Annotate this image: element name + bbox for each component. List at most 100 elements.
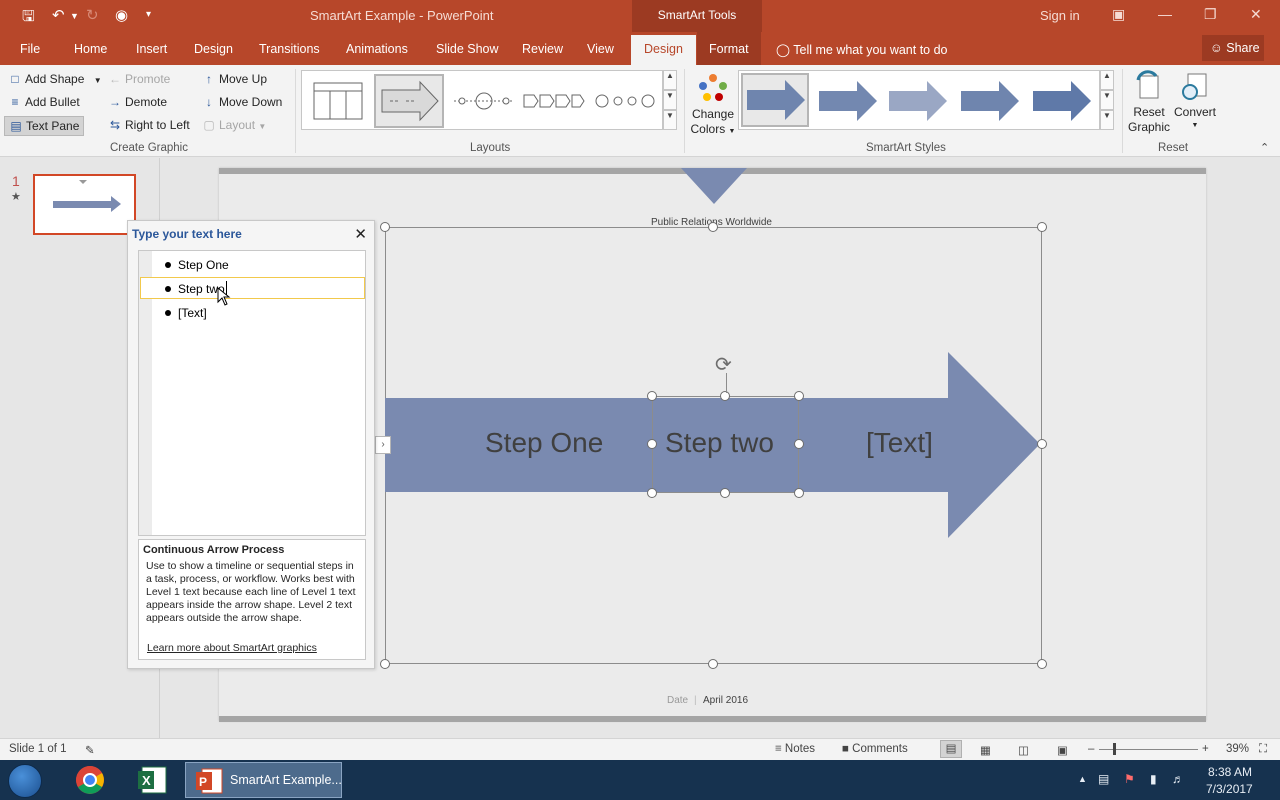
- zoom-slider-thumb[interactable]: [1113, 743, 1116, 755]
- collapse-ribbon-icon[interactable]: ⌃: [1260, 141, 1269, 154]
- slide-show-icon[interactable]: ▣: [1057, 743, 1068, 757]
- reset-graphic-button[interactable]: Reset Graphic: [1126, 70, 1172, 134]
- tab-review[interactable]: Review: [522, 42, 563, 56]
- move-up-button[interactable]: ↑ Move Up: [202, 72, 267, 86]
- rotate-handle-icon[interactable]: ⟳: [715, 352, 732, 377]
- clock-date[interactable]: 7/3/2017: [1206, 782, 1253, 796]
- resize-handle[interactable]: [794, 391, 804, 401]
- tab-view[interactable]: View: [587, 42, 614, 56]
- resize-handle[interactable]: [647, 391, 657, 401]
- layout-thumb-vertical-lists[interactable]: [310, 79, 366, 123]
- close-icon[interactable]: ✕: [354, 225, 367, 243]
- spell-check-icon[interactable]: ✎: [85, 743, 95, 757]
- volume-icon[interactable]: ♬: [1172, 772, 1184, 786]
- normal-view-icon[interactable]: ▤: [940, 740, 962, 758]
- share-button[interactable]: ☺ Share: [1202, 35, 1264, 61]
- fit-to-window-icon[interactable]: ⛶: [1259, 743, 1267, 756]
- change-colors-button[interactable]: Change Colors ▼: [690, 70, 736, 142]
- move-down-button[interactable]: ↓ Move Down: [202, 95, 282, 109]
- list-item[interactable]: [Text]: [178, 306, 207, 320]
- text-pane-button[interactable]: ▤ Text Pane: [4, 116, 85, 136]
- resize-handle[interactable]: [647, 439, 657, 449]
- layout-thumb-chevron-process[interactable]: [522, 83, 586, 119]
- learn-more-link[interactable]: Learn more about SmartArt graphics: [147, 642, 317, 654]
- customize-quick-access-icon[interactable]: ▾: [146, 9, 151, 20]
- tab-format[interactable]: Format: [697, 32, 761, 65]
- frame-resize-handle[interactable]: [380, 659, 390, 669]
- reading-view-icon[interactable]: ◫: [1018, 743, 1029, 757]
- start-from-beginning-icon[interactable]: ◉: [115, 6, 128, 24]
- action-center-flag-icon[interactable]: ⚑: [1124, 772, 1135, 786]
- zoom-out-icon[interactable]: –: [1088, 743, 1094, 755]
- layouts-scroll-down[interactable]: ▼: [663, 90, 677, 110]
- frame-resize-handle[interactable]: [1037, 439, 1047, 449]
- step-three-placeholder[interactable]: [Text]: [866, 427, 933, 459]
- tab-smartart-design[interactable]: Design: [631, 35, 696, 65]
- frame-resize-handle[interactable]: [380, 222, 390, 232]
- zoom-level[interactable]: 39%: [1226, 743, 1249, 755]
- undo-icon[interactable]: ↶: [52, 6, 65, 24]
- frame-resize-handle[interactable]: [708, 222, 718, 232]
- add-shape-dropdown-icon[interactable]: ▼: [94, 76, 102, 85]
- resize-handle[interactable]: [720, 488, 730, 498]
- slide-thumbnail[interactable]: [33, 174, 136, 235]
- close-window-icon[interactable]: ✕: [1250, 6, 1262, 23]
- styles-scroll-up[interactable]: ▲: [1100, 70, 1114, 90]
- layout-thumb-circle-process[interactable]: [452, 81, 516, 121]
- promote-button[interactable]: ← Promote: [108, 72, 170, 86]
- minimize-icon[interactable]: —: [1158, 6, 1172, 22]
- comments-button[interactable]: ■ Comments: [842, 743, 908, 755]
- layouts-scroll-up[interactable]: ▲: [663, 70, 677, 90]
- tab-slide-show[interactable]: Slide Show: [436, 42, 499, 56]
- tell-me-search[interactable]: ◯ Tell me what you want to do: [776, 42, 948, 57]
- sign-in-link[interactable]: Sign in: [1040, 8, 1080, 23]
- network-icon[interactable]: ▤: [1098, 772, 1109, 786]
- ribbon-display-options-icon[interactable]: ▣: [1112, 6, 1125, 23]
- restore-icon[interactable]: ❐: [1204, 6, 1217, 23]
- styles-more[interactable]: ▼: [1100, 110, 1114, 130]
- tab-transitions[interactable]: Transitions: [259, 42, 320, 56]
- battery-icon[interactable]: ▮: [1150, 772, 1157, 786]
- windows-start-button[interactable]: [8, 764, 42, 798]
- right-to-left-button[interactable]: ⇆ Right to Left: [108, 118, 190, 132]
- frame-resize-handle[interactable]: [1037, 659, 1047, 669]
- demote-button[interactable]: → Demote: [108, 95, 167, 109]
- text-pane-toggle-icon[interactable]: ›: [375, 436, 391, 454]
- excel-icon[interactable]: X: [130, 763, 174, 797]
- resize-handle[interactable]: [647, 488, 657, 498]
- tab-design[interactable]: Design: [194, 42, 233, 56]
- styles-scroll-down[interactable]: ▼: [1100, 90, 1114, 110]
- text-pane-list[interactable]: Step One Step two [Text]: [138, 250, 366, 536]
- slide-sorter-icon[interactable]: ▦: [980, 743, 991, 757]
- tab-insert[interactable]: Insert: [136, 42, 167, 56]
- style-thumb-intense-effect[interactable]: [1029, 75, 1093, 127]
- style-thumb-moderate-effect[interactable]: [957, 75, 1021, 127]
- convert-button[interactable]: Convert ▼: [1172, 70, 1218, 132]
- tab-animations[interactable]: Animations: [346, 42, 408, 56]
- resize-handle[interactable]: [720, 391, 730, 401]
- list-item[interactable]: Step One: [178, 258, 229, 272]
- layout-thumb-continuous-arrow[interactable]: [374, 74, 444, 128]
- resize-handle[interactable]: [794, 439, 804, 449]
- redo-icon[interactable]: ↻: [86, 6, 99, 24]
- layout-button[interactable]: ▢ Layout ▼: [202, 118, 266, 132]
- style-thumb-simple-fill[interactable]: [741, 73, 809, 127]
- add-shape-button[interactable]: □ Add Shape ▼: [8, 72, 102, 86]
- undo-dropdown-icon[interactable]: ▼: [70, 11, 79, 21]
- tab-file[interactable]: File: [20, 42, 40, 56]
- save-icon[interactable]: 🖫: [22, 6, 35, 31]
- resize-handle[interactable]: [794, 488, 804, 498]
- tab-home[interactable]: Home: [74, 42, 107, 56]
- step-one-text[interactable]: Step One: [485, 427, 603, 459]
- taskbar-powerpoint-window[interactable]: P SmartArt Example...: [185, 762, 342, 798]
- frame-resize-handle[interactable]: [708, 659, 718, 669]
- notes-button[interactable]: ≡ Notes: [775, 743, 815, 755]
- show-hidden-icons-icon[interactable]: ▲: [1078, 774, 1087, 784]
- add-bullet-button[interactable]: ≡ Add Bullet: [8, 95, 79, 109]
- chrome-icon[interactable]: [68, 763, 112, 797]
- layouts-more[interactable]: ▼: [663, 110, 677, 130]
- layout-thumb-circle-chain[interactable]: [594, 83, 658, 119]
- style-thumb-subtle-effect[interactable]: [885, 75, 949, 127]
- frame-resize-handle[interactable]: [1037, 222, 1047, 232]
- clock-time[interactable]: 8:38 AM: [1208, 765, 1252, 779]
